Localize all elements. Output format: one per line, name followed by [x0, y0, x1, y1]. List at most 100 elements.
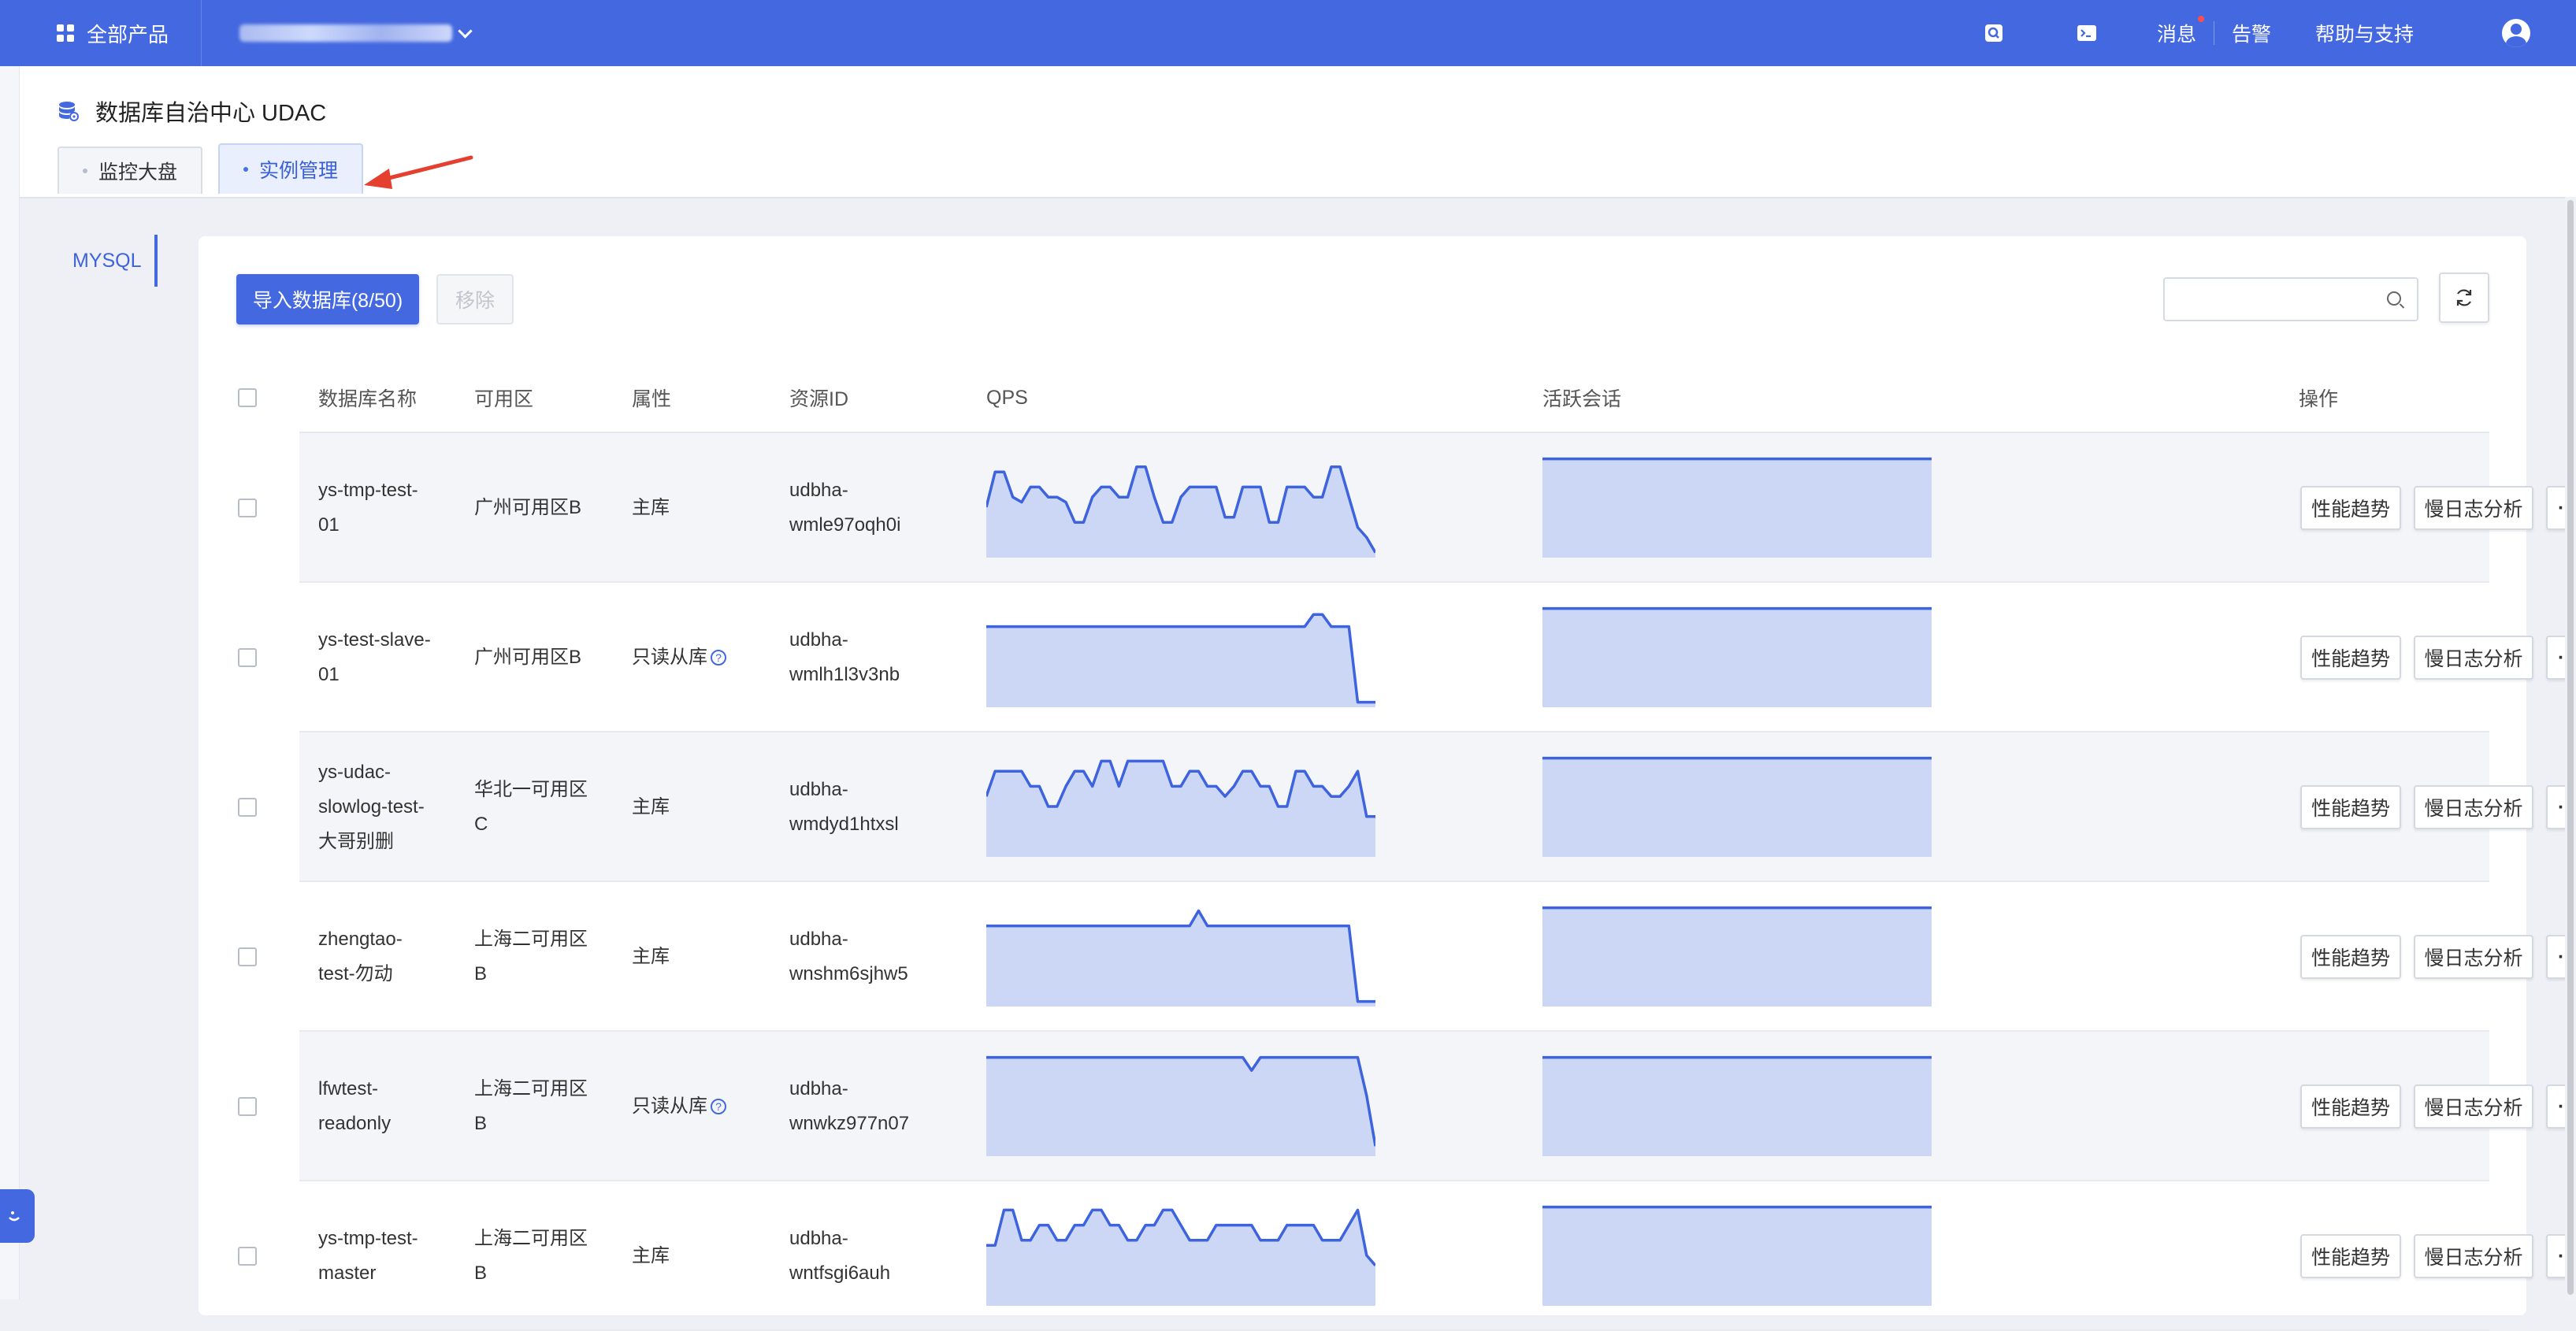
alerts-link[interactable]: 告警 [2232, 19, 2271, 47]
remove-button: 移除 [436, 274, 514, 324]
sessions-sparkline [1542, 756, 1932, 857]
performance-trend-button[interactable]: 性能趋势 [2300, 636, 2401, 680]
zone-line: 上海二可用区 [474, 1228, 588, 1249]
vertical-scrollbar[interactable] [2565, 197, 2576, 1299]
qps-sparkline-area [986, 761, 1375, 857]
all-products-button[interactable]: 全部产品 [0, 0, 202, 66]
performance-trend-button[interactable]: 性能趋势 [2300, 1084, 2401, 1129]
instance-name-line: ys-tmp-test- [318, 480, 418, 501]
zone-line: B [474, 963, 488, 984]
tab-label: 实例管理 [259, 160, 339, 182]
row-checkbox[interactable] [238, 499, 257, 517]
slow-log-analysis-button[interactable]: 慢日志分析 [2414, 785, 2533, 829]
tab-instance-management[interactable]: 实例管理 [218, 143, 364, 194]
sessions-sparkline [1542, 906, 1932, 1007]
row-checkbox[interactable] [238, 1097, 257, 1116]
resource-id-line: wnshm6sjhw5 [789, 963, 908, 984]
instance-name-line: ys-udac- [318, 762, 392, 783]
zone-line: 广州可用区B [474, 647, 582, 668]
qps-sparkline [986, 909, 1375, 1007]
tab-bullet [243, 167, 249, 172]
resource-id: udbha-wnwkz977n07 [789, 1072, 909, 1141]
resource-id-line: udbha- [789, 480, 848, 501]
qps-sparkline-area [986, 614, 1375, 707]
row-checkbox[interactable] [238, 798, 257, 817]
resource-id-line: wmle97oqh0i [789, 514, 901, 536]
qps-sparkline [986, 1208, 1375, 1306]
resource-id: udbha-wmlh1l3v3nb [789, 623, 900, 692]
refresh-icon [2456, 289, 2472, 306]
sessions-sparkline-area [1542, 907, 1932, 1007]
search-field[interactable] [2163, 277, 2418, 321]
resource-id-line: wmlh1l3v3nb [789, 664, 900, 685]
sessions-sparkline [1542, 457, 1932, 558]
top-navigation-bar: 全部产品 消息 告警 帮助与支持 [0, 0, 2576, 66]
row-checkbox[interactable] [238, 648, 257, 667]
all-products-label: 全部产品 [87, 22, 169, 46]
attribute-label: 只读从库 [632, 647, 707, 668]
user-avatar-icon[interactable] [2502, 19, 2530, 47]
col-header-name: 数据库名称 [318, 388, 418, 410]
zone-line: B [474, 1262, 488, 1284]
zone-cell: 广州可用区B [474, 491, 581, 525]
instance-name-line: zhengtao- [318, 929, 403, 950]
performance-trend-button[interactable]: 性能趋势 [2300, 785, 2401, 829]
project-selector[interactable] [239, 23, 473, 42]
instance-name: ys-tmp-test-master [318, 1222, 418, 1291]
instance-name-line: 01 [318, 514, 340, 536]
slow-log-analysis-button[interactable]: 慢日志分析 [2414, 486, 2533, 530]
import-database-button[interactable]: 导入数据库(8/50) [236, 274, 419, 324]
tab-label: 监控大盘 [98, 161, 178, 184]
instance-name-line: ys-tmp-test- [318, 1228, 418, 1249]
help-support-link[interactable]: 帮助与支持 [2315, 19, 2414, 47]
resource-id-line: udbha- [789, 1228, 848, 1249]
help-icon[interactable]: ? [711, 650, 726, 666]
unread-dot [2197, 16, 2204, 22]
slow-log-analysis-button[interactable]: 慢日志分析 [2414, 1234, 2533, 1278]
col-header-ops: 操作 [2299, 388, 2339, 410]
table-row: zhengtao-test-勿动 上海二可用区 B 主库 udbha-wnshm6sjh… [236, 882, 2576, 1032]
slow-log-analysis-button[interactable]: 慢日志分析 [2414, 1084, 2533, 1129]
zone-cell: 华北一可用区 C [474, 773, 588, 842]
search-console-icon[interactable] [1984, 23, 2004, 43]
instance-name: ys-udac-slowlog-test- 大哥别删 [318, 755, 425, 859]
tab-monitor-dashboard[interactable]: 监控大盘 [58, 146, 203, 194]
row-checkbox[interactable] [238, 1247, 257, 1266]
search-input[interactable] [2176, 279, 2384, 320]
sidebar-item-mysql[interactable]: MYSQL [55, 235, 158, 287]
zone-cell: 上海二可用区 B [474, 1222, 588, 1291]
instance-name-line: readonly [318, 1113, 392, 1134]
slow-log-analysis-button[interactable]: 慢日志分析 [2414, 636, 2533, 680]
sessions-sparkline-area [1542, 758, 1932, 857]
attribute-label: 主库 [632, 497, 670, 518]
performance-trend-button[interactable]: 性能趋势 [2300, 1234, 2401, 1278]
chevron-down-icon [458, 23, 473, 39]
scrollbar-thumb[interactable] [2567, 200, 2574, 1295]
resource-id-line: udbha- [789, 1078, 848, 1099]
instance-name-line: ys-test-slave- [318, 629, 431, 651]
instance-list-card: 导入数据库(8/50) 移除 数据库名称 可用区 属性 资源ID QPS 活跃会… [199, 236, 2576, 1331]
help-icon[interactable]: ? [711, 1099, 726, 1114]
row-checkbox[interactable] [238, 947, 257, 966]
resource-id-line: wnwkz977n07 [789, 1113, 910, 1134]
sessions-sparkline [1542, 1055, 1932, 1156]
instance-name: ys-test-slave- 01 [318, 623, 431, 692]
app-title-bar: 数据库自治中心 UDAC [58, 95, 326, 128]
col-header-zone: 可用区 [474, 388, 534, 410]
select-all-checkbox[interactable] [238, 388, 257, 407]
refresh-button[interactable] [2439, 273, 2489, 323]
zone-line: C [474, 814, 488, 835]
performance-trend-button[interactable]: 性能趋势 [2300, 935, 2401, 979]
qps-sparkline [986, 613, 1375, 707]
terminal-icon[interactable] [2077, 23, 2097, 43]
search-icon[interactable] [2387, 291, 2401, 306]
messages-link[interactable]: 消息 [2157, 16, 2204, 47]
performance-trend-button[interactable]: 性能趋势 [2300, 486, 2401, 530]
zone-cell: 广州可用区B [474, 640, 581, 675]
table-body: ys-tmp-test- 01 广州可用区B 主库 udbha-wmle97oqh0i 性… [236, 433, 2576, 1331]
feedback-widget[interactable] [0, 1189, 35, 1243]
qps-sparkline [986, 1055, 1375, 1156]
zone-cell: 上海二可用区 B [474, 922, 588, 992]
slow-log-analysis-button[interactable]: 慢日志分析 [2414, 935, 2533, 979]
instance-name-line: 大哥别删 [318, 831, 394, 852]
